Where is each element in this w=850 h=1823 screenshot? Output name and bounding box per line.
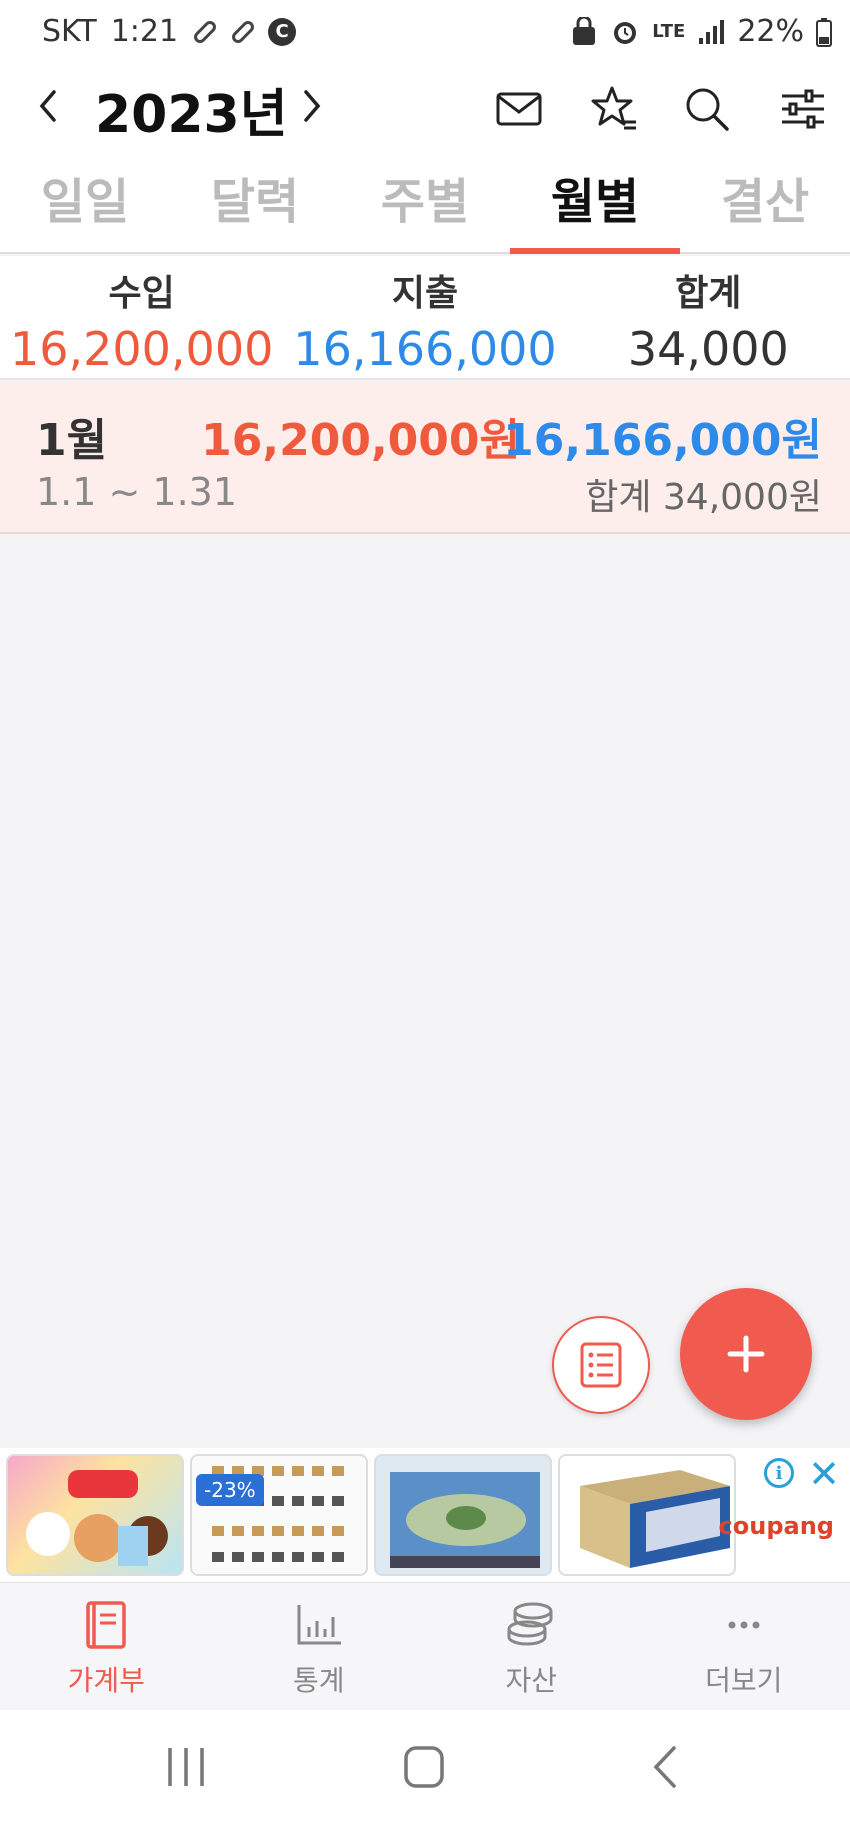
filter-button[interactable] xyxy=(776,82,830,136)
month-total: 합계 34,000원 xyxy=(585,477,822,518)
bookmark-button[interactable] xyxy=(586,82,640,136)
map-poster-image xyxy=(390,1472,540,1568)
plus-icon xyxy=(727,1335,765,1373)
income-value: 16,200,000 xyxy=(9,322,274,376)
checklist-icon xyxy=(580,1342,622,1388)
tab-monthly[interactable]: 월별 xyxy=(510,154,680,254)
status-bar: SKT 1:21 C LTE 22% xyxy=(0,0,850,64)
carrier-label: SKT xyxy=(42,14,97,49)
search-button[interactable] xyxy=(680,82,734,136)
ad-product-image[interactable]: -23% xyxy=(190,1454,368,1576)
notification-icons: C xyxy=(191,17,297,46)
back-icon xyxy=(653,1746,676,1788)
signal-icon xyxy=(699,19,725,44)
nav-label-stats: 통계 xyxy=(292,1664,345,1697)
total-label: 합계 xyxy=(675,273,742,314)
month-income: 16,200,000원 xyxy=(201,415,520,466)
alarm-icon xyxy=(614,21,637,44)
view-tabs: 일일 달력 주별 월별 결산 xyxy=(0,154,850,254)
nav-item-stats[interactable]: 통계 xyxy=(213,1583,426,1710)
status-left: SKT 1:21 C xyxy=(42,14,297,49)
mail-icon xyxy=(496,92,542,126)
nav-label-assets: 자산 xyxy=(505,1664,558,1697)
book-icon xyxy=(78,1597,134,1653)
income-label: 수입 xyxy=(108,273,175,314)
ad-product-image[interactable] xyxy=(374,1454,552,1576)
recent-apps-icon xyxy=(168,1748,204,1786)
income-summary: 수입 16,200,000 xyxy=(0,256,283,378)
battery-percent: 22% xyxy=(737,14,804,49)
ad-brand-label: coupang xyxy=(718,1512,834,1540)
tab-daily[interactable]: 일일 xyxy=(0,154,170,252)
toy-box-image xyxy=(26,1470,168,1566)
recent-apps-button[interactable] xyxy=(156,1740,216,1796)
star-list-icon xyxy=(591,86,636,130)
month-range: 1.1 ~ 1.31 xyxy=(36,470,238,514)
mail-button[interactable] xyxy=(492,82,546,136)
prev-year-button[interactable] xyxy=(28,86,68,126)
total-value: 34,000 xyxy=(627,322,789,376)
ad-close-icon[interactable]: ✕ xyxy=(808,1452,840,1496)
nav-item-more[interactable]: 더보기 xyxy=(638,1583,850,1710)
recycle-lock-icon xyxy=(573,16,596,45)
battery-icon xyxy=(816,17,832,47)
add-entry-button[interactable] xyxy=(680,1288,812,1420)
system-nav-bar xyxy=(0,1710,850,1823)
home-button[interactable] xyxy=(394,1740,454,1796)
ad-product-image[interactable] xyxy=(6,1454,184,1576)
back-button[interactable] xyxy=(636,1740,696,1796)
clock: 1:21 xyxy=(110,14,179,49)
year-title: 2023년 xyxy=(95,85,288,145)
coins-icon xyxy=(503,1597,559,1653)
tab-weekly[interactable]: 주별 xyxy=(340,154,510,252)
home-icon xyxy=(404,1746,444,1788)
nav-label-ledger: 가계부 xyxy=(67,1664,145,1697)
sliders-icon xyxy=(782,89,824,129)
list-view-button[interactable] xyxy=(552,1316,650,1414)
c-notification-icon: C xyxy=(268,17,297,46)
bottom-nav: 가계부 통계 자산 더보기 xyxy=(0,1582,850,1710)
nav-item-assets[interactable]: 자산 xyxy=(425,1583,638,1710)
year-summary: 수입 16,200,000 지출 16,166,000 합계 34,000 xyxy=(0,256,850,380)
discount-badge: -23% xyxy=(196,1474,264,1506)
tab-calendar[interactable]: 달력 xyxy=(170,154,340,252)
total-summary: 합계 34,000 xyxy=(567,256,850,378)
next-year-button[interactable] xyxy=(292,86,332,126)
tab-settlement[interactable]: 결산 xyxy=(680,154,850,252)
network-type: LTE xyxy=(652,21,686,42)
expense-label: 지출 xyxy=(391,273,459,314)
cardboard-box-image xyxy=(580,1470,730,1568)
status-right: LTE 22% xyxy=(570,14,832,49)
pill-icon xyxy=(191,18,219,45)
nav-label-more: 더보기 xyxy=(705,1664,783,1697)
pill-icon xyxy=(229,18,257,45)
expense-value: 16,166,000 xyxy=(293,322,557,376)
chevron-right-icon xyxy=(304,90,321,122)
search-icon xyxy=(686,88,729,131)
ad-product-image[interactable] xyxy=(558,1454,736,1576)
more-dots-icon xyxy=(716,1597,772,1653)
month-row[interactable]: 1월 1.1 ~ 1.31 16,200,000원 16,166,000원 합계… xyxy=(0,382,850,534)
expense-summary: 지출 16,166,000 xyxy=(283,256,566,378)
ad-info-icon[interactable]: i xyxy=(764,1458,794,1488)
chevron-left-icon xyxy=(39,90,56,122)
ad-banner[interactable]: -23% i ✕ coupang xyxy=(0,1448,850,1582)
top-header: 2023년 xyxy=(0,64,850,154)
bar-chart-icon xyxy=(291,1597,347,1653)
month-expense: 16,166,000원 xyxy=(503,415,822,466)
nav-item-ledger[interactable]: 가계부 xyxy=(0,1583,213,1710)
month-name: 1월 xyxy=(36,415,108,466)
